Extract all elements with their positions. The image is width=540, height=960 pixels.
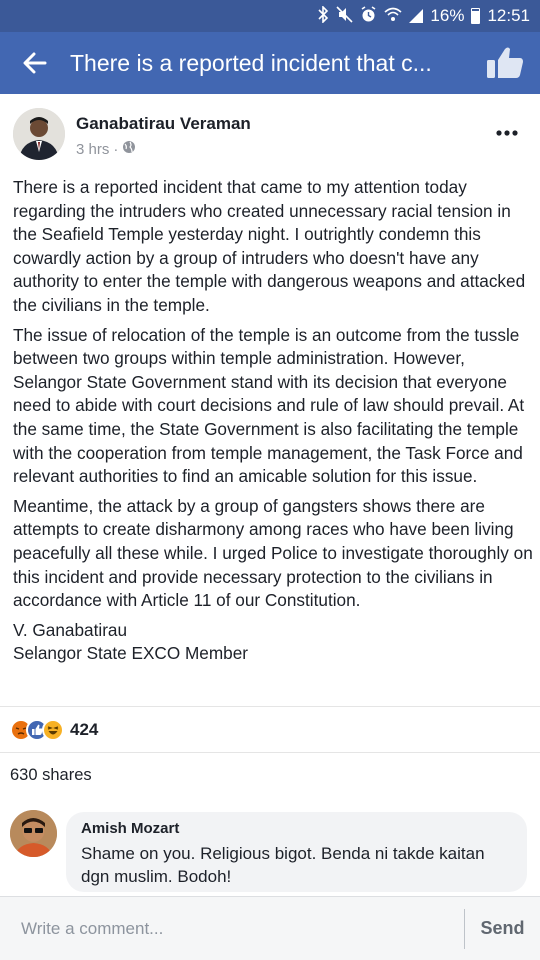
- comment-composer: Send: [0, 896, 540, 960]
- signature: V. Ganabatirau Selangor State EXCO Membe…: [13, 619, 533, 666]
- battery-percent: 16%: [430, 6, 465, 25]
- app-bar: There is a reported incident that c...: [0, 32, 540, 94]
- meta-separator: ·: [113, 140, 119, 158]
- reactions-bar[interactable]: 424: [0, 706, 540, 752]
- page-title: There is a reported incident that c...: [70, 49, 432, 76]
- reaction-icons: [10, 718, 64, 741]
- send-button[interactable]: Send: [465, 897, 540, 960]
- arrow-left-icon[interactable]: [0, 32, 70, 94]
- reaction-count: 424: [70, 719, 99, 739]
- comment-bubble: Amish Mozart Shame on you. Religious big…: [66, 812, 527, 892]
- status-bar: 16% 12:51: [0, 0, 540, 32]
- comment-input[interactable]: [0, 896, 464, 960]
- signal-icon: [409, 9, 424, 23]
- post-card: Ganabatirau Veraman 3 hrs · There is a r…: [0, 94, 540, 800]
- post-time[interactable]: 3 hrs: [76, 141, 109, 158]
- comment-author[interactable]: Amish Mozart: [81, 820, 512, 837]
- mute-icon: [336, 5, 353, 27]
- post-body: There is a reported incident that came t…: [13, 176, 533, 666]
- alarm-icon: [360, 5, 377, 27]
- battery-icon: [471, 8, 481, 24]
- signature-name: V. Ganabatirau: [13, 619, 128, 640]
- post-header: Ganabatirau Veraman 3 hrs ·: [13, 108, 533, 162]
- shares-count[interactable]: 630 shares: [0, 752, 540, 798]
- avatar[interactable]: [10, 810, 57, 857]
- bluetooth-icon: [317, 4, 329, 27]
- post-meta: 3 hrs ·: [76, 140, 136, 158]
- ellipsis-icon[interactable]: [495, 126, 519, 140]
- wifi-icon: [384, 6, 402, 26]
- comment-text: Shame on you. Religious bigot. Benda ni …: [81, 844, 485, 886]
- globe-icon: [122, 140, 136, 158]
- avatar[interactable]: [13, 108, 65, 160]
- post-paragraph: The issue of relocation of the temple is…: [13, 324, 525, 487]
- clock: 12:51: [487, 6, 530, 25]
- thumbs-up-icon[interactable]: [470, 32, 540, 94]
- post-paragraph: Meantime, the attack by a group of gangs…: [13, 495, 533, 611]
- comments-section: Amish Mozart Shame on you. Religious big…: [0, 800, 540, 896]
- post-paragraph: There is a reported incident that came t…: [13, 177, 526, 315]
- signature-title: Selangor State EXCO Member: [13, 643, 249, 664]
- author-name[interactable]: Ganabatirau Veraman: [76, 114, 251, 134]
- haha-reaction-icon: [42, 718, 64, 741]
